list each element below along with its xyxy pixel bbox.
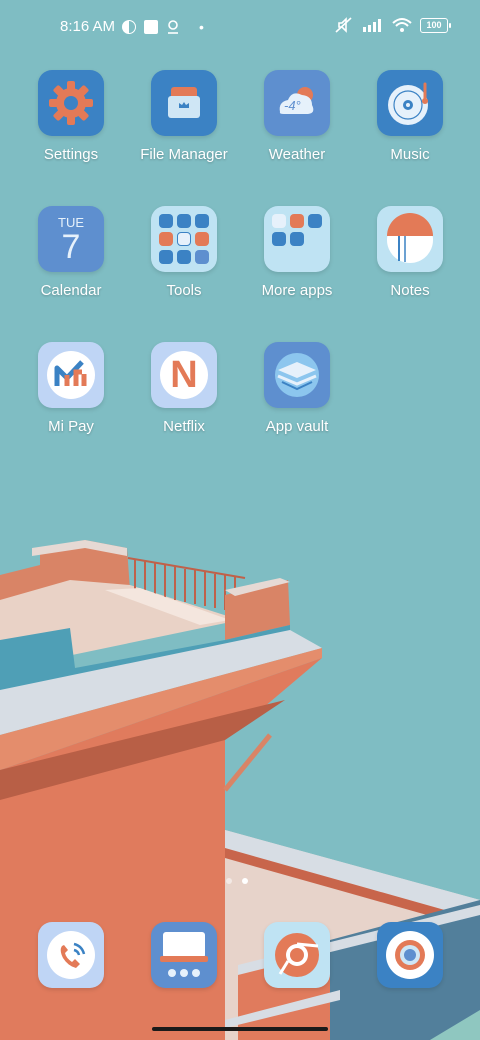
messages-icon [151,922,217,988]
page-indicator [226,878,248,884]
app-calendar[interactable]: TUE 7 Calendar [15,206,127,299]
weather-temp: -4° [284,98,301,113]
gear-icon [38,70,104,136]
folder-apps-icon [264,206,330,272]
app-label: More apps [261,282,333,299]
netflix-letter: N [170,354,198,396]
app-mi-pay[interactable]: Mi Pay [15,342,127,435]
square-notification-icon [144,19,159,34]
page-dot[interactable] [226,878,232,884]
dock-camera[interactable] [377,922,443,988]
app-label: Mi Pay [48,418,94,435]
app-label: App vault [265,418,329,435]
app-label: Tools [166,282,202,299]
chrome-icon [264,922,330,988]
app-weather[interactable]: -4° Weather [241,70,353,163]
camera-icon [377,922,443,988]
calendar-date: 7 [61,228,81,266]
phone-icon [38,922,104,988]
netflix-icon: N [151,342,217,408]
app-label: Calendar [40,282,102,299]
location-icon [168,19,179,34]
folder-icon [151,70,217,136]
signal-icon [363,19,381,32]
app-label: Settings [43,146,99,163]
dnd-icon [122,19,137,34]
app-label: Netflix [163,418,205,435]
home-indicator[interactable] [152,1027,328,1031]
status-time: 8:16 AM [60,18,116,35]
calendar-icon: TUE 7 [38,206,104,272]
status-bar: 8:16 AM • 100 [0,0,480,56]
battery-level: 100 [426,19,442,30]
app-tools-folder[interactable]: Tools [128,206,240,299]
page-dot-active[interactable] [242,878,248,884]
app-vault-icon [264,342,330,408]
app-notes[interactable]: Notes [354,206,466,299]
app-more-apps-folder[interactable]: More apps [241,206,353,299]
app-file-manager[interactable]: File Manager [128,70,240,163]
dot-icon: • [199,18,204,35]
app-app-vault[interactable]: App vault [241,342,353,435]
app-settings[interactable]: Settings [15,70,127,163]
notes-icon [377,206,443,272]
battery-icon: 100 [420,17,451,33]
wifi-icon [392,18,412,32]
mipay-icon [38,342,104,408]
cloud-sun-icon: -4° [264,70,330,136]
mute-icon [335,17,352,33]
app-label: Weather [268,146,326,163]
vinyl-icon [377,70,443,136]
dock-phone[interactable] [38,922,104,988]
dock-messages[interactable] [151,922,217,988]
folder-tools-icon [151,206,217,272]
app-label: File Manager [140,146,228,163]
dock-chrome[interactable] [264,922,330,988]
app-label: Notes [390,282,430,299]
app-label: Music [390,146,430,163]
app-netflix[interactable]: N Netflix [128,342,240,435]
app-music[interactable]: Music [354,70,466,163]
